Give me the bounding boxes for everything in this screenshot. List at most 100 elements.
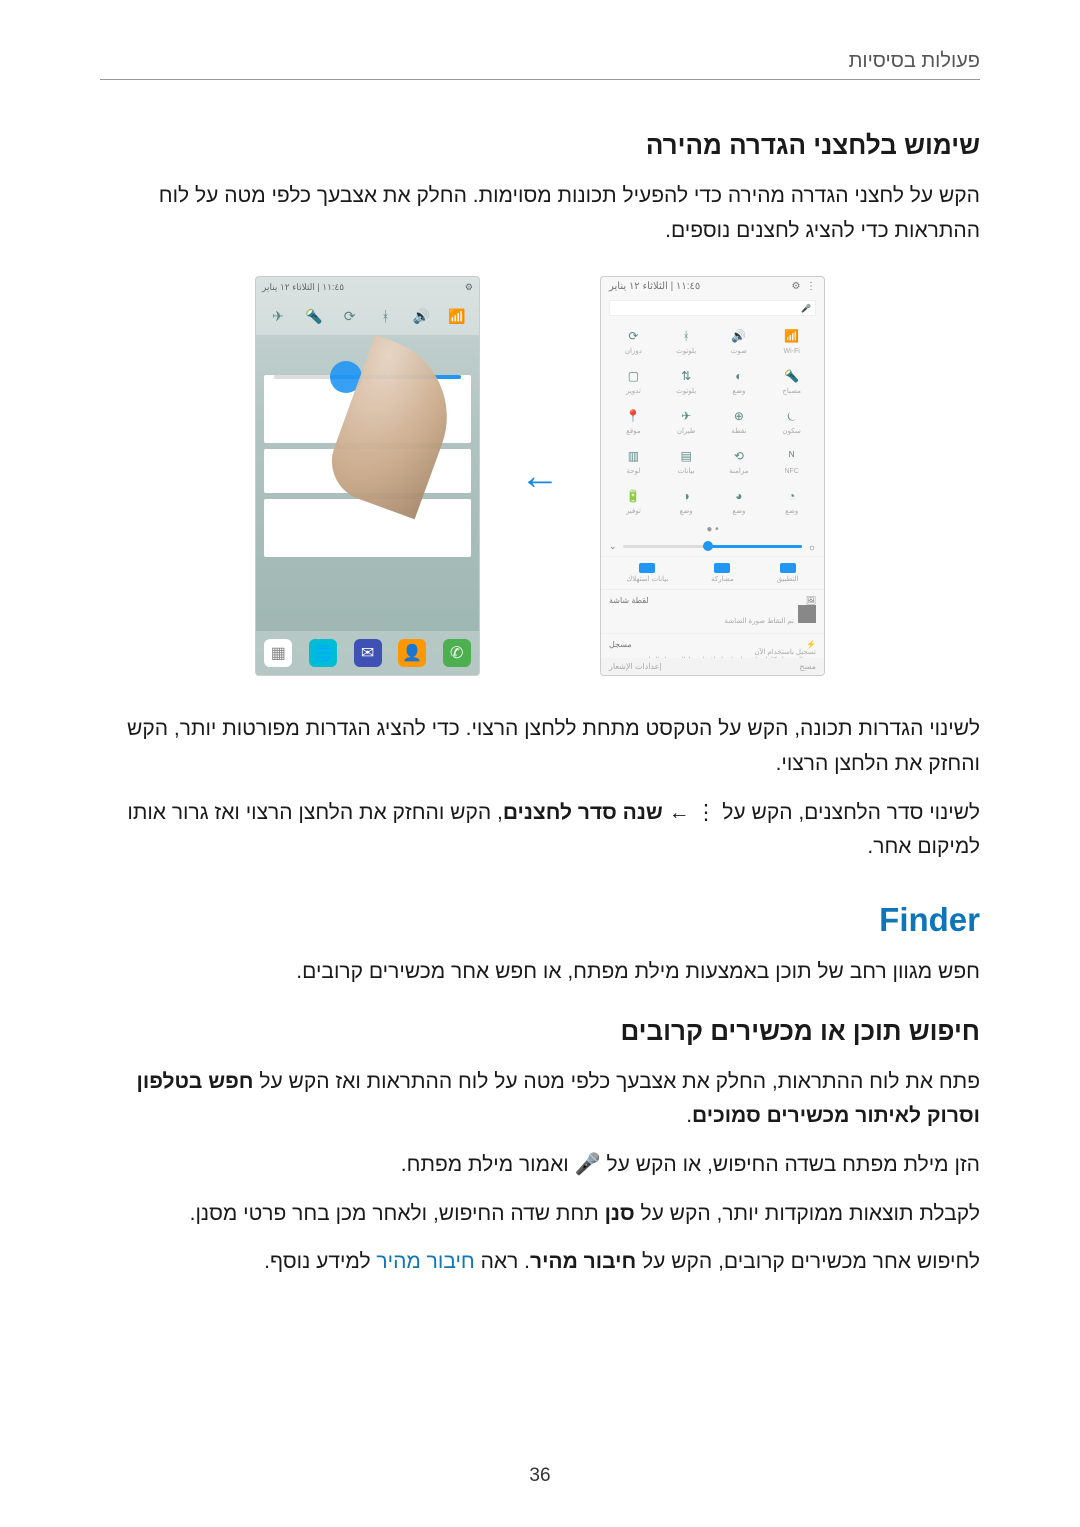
clear-label: مسح (799, 662, 816, 671)
wifi-icon: 📶 (782, 326, 802, 346)
qs-bluetooth: ᚼبلوتوث (660, 326, 713, 360)
section2-p3: לקבלת תוצאות ממוקדות יותר, הקש על סנן תח… (100, 1197, 980, 1232)
qs-20: 🔋توفير (607, 486, 660, 520)
mobile-data-icon: ▤ (676, 446, 696, 466)
dock-contacts-icon: 👤 (398, 639, 426, 667)
qs-15: ▤بيانات (660, 446, 713, 480)
quick-connect-link[interactable]: חיבור מהיר (376, 1250, 474, 1273)
section2-h3: חיפוש תוכן או מכשירים קרובים (100, 1016, 980, 1047)
panel-footer: مسح إعدادات الإشعار (601, 658, 824, 675)
flashlight-icon: 🔦 (303, 305, 325, 327)
dock-bar: ✆ 👤 ✉ 🌐 ▦ (256, 631, 479, 675)
qs-13: ᴺNFC (765, 446, 818, 480)
qs-19: ◑وضع (660, 486, 713, 520)
mode-icon: ◐ (729, 366, 749, 386)
brightness-icon: ☼ (808, 542, 816, 552)
qs-11: ✈طيران (660, 406, 713, 440)
arrow-left-icon: ← (520, 454, 560, 499)
status-time: ١١:٤٥ | الثلاثاء ١٢ يناير (262, 282, 344, 293)
phone-home-screenshot: ⚙ ١١:٤٥ | الثلاثاء ١٢ يناير 📶 🔊 ᚼ ⟳ 🔦 ✈ … (255, 276, 480, 676)
battery-icon: 🔋 (623, 486, 643, 506)
quick-settings-panel-screenshot: ⋮ ⚙ ١١:٤٥ | الثلاثاء ١٢ يناير 🎤 📶Wi-Fi 🔊… (600, 276, 825, 676)
panel-icon: ▥ (623, 446, 643, 466)
section1-p3: לשינוי סדר הלחצנים, הקש על ⋮ ← שנה סדר ל… (100, 796, 980, 865)
mic-icon: 🎤 (801, 304, 811, 313)
tile-3: بيانات استهلاك (626, 563, 668, 583)
panel-top-bar: ⋮ ⚙ ١١:٤٥ | الثلاثاء ١٢ يناير (601, 277, 824, 296)
notification-item: 🖼لقطة شاشة تم التقاط صورة الشاشة (601, 590, 824, 633)
airplane-icon: ✈ (676, 406, 696, 426)
figure-row: ⚙ ١١:٤٥ | الثلاثاء ١٢ يناير 📶 🔊 ᚼ ⟳ 🔦 ✈ … (100, 276, 980, 676)
qs-5: 🔦مصباح (765, 366, 818, 400)
sync-icon: ⟲ (729, 446, 749, 466)
section2-p4: לחיפוש אחר מכשירים קרובים, הקש על חיבור … (100, 1245, 980, 1280)
nfc-icon: ᴺ (782, 446, 802, 466)
rotate-icon: ⟳ (339, 305, 361, 327)
chevron-down-icon: ⌄ (609, 541, 617, 552)
gear-icon: ⚙ (791, 281, 800, 292)
location-icon: 📍 (623, 406, 643, 426)
section2-p2: הזן מילת מפתח בשדה החיפוש, או הקש על 🎤 ו… (100, 1148, 980, 1183)
page-dots-icon: • ● (601, 522, 824, 537)
thumbnail-icon (798, 605, 816, 623)
brightness-row: ☼ ⌄ (601, 537, 824, 556)
header-breadcrumb: פעולות בסיסיות (100, 50, 980, 73)
mode4-icon: ◑ (676, 486, 696, 506)
more-icon: ⋮ (806, 281, 816, 292)
qs-10: ⊕نقطة (713, 406, 766, 440)
qs-16: ▥لوحة (607, 446, 660, 480)
tile-1: التطبيق (777, 563, 799, 583)
section1-p2: לשינוי הגדרות תכונה, הקש על הטקסט מתחת ל… (100, 712, 980, 781)
dock-apps-icon: ▦ (264, 639, 292, 667)
data-icon: ⇅ (676, 366, 696, 386)
bolt-icon: ⚡ (806, 640, 816, 649)
sound-icon: 🔊 (729, 326, 749, 346)
qs-wifi: 📶Wi-Fi (765, 326, 818, 360)
qs-grid: 📶Wi-Fi 🔊صوت ᚼبلوتوث ⟳دوران 🔦مصباح ◐وضع ⇅… (601, 320, 824, 522)
qs-12: 📍موقع (607, 406, 660, 440)
sound-icon: 🔊 (410, 305, 432, 327)
status-bar: ⚙ ١١:٤٥ | الثلاثاء ١٢ يناير (256, 277, 479, 297)
wifi-icon: 📶 (446, 305, 468, 327)
qs-9: ⏾سكون (765, 406, 818, 440)
section2-p1: פתח את לוח ההתראות, החלק את אצבעך כלפי מ… (100, 1065, 980, 1134)
qs-8: ▢تدوير (607, 366, 660, 400)
qs-18: ◕وضع (713, 486, 766, 520)
image-icon: 🖼 (806, 596, 816, 605)
dock-browser-icon: 🌐 (309, 639, 337, 667)
tile-2: مشاركة (711, 563, 734, 583)
section2-title: Finder (100, 901, 980, 939)
notif-card-2 (264, 499, 471, 557)
qs-6: ◐وضع (713, 366, 766, 400)
panel-time: ١١:٤٥ | الثلاثاء ١٢ يناير (609, 281, 700, 292)
mode2-icon: ◔ (782, 486, 802, 506)
hotspot-icon: ⊕ (729, 406, 749, 426)
page-number: 36 (0, 1465, 1080, 1487)
bluetooth-icon: ᚼ (676, 326, 696, 346)
airplane-icon: ✈ (267, 305, 289, 327)
qs-7: ⇅بلوتوث (660, 366, 713, 400)
qs-14: ⟲مزامنة (713, 446, 766, 480)
section1-title: שימוש בלחצני הגדרה מהירה (100, 130, 980, 161)
mic-icon: 🎤 (575, 1148, 601, 1183)
qs-tiles-row: التطبيق مشاركة بيانات استهلاك (601, 556, 824, 589)
rotate-icon: ⟳ (623, 326, 643, 346)
bluetooth-icon: ᚼ (374, 305, 396, 327)
qs-sound: 🔊صوت (713, 326, 766, 360)
qs-collapsed-row: 📶 🔊 ᚼ ⟳ 🔦 ✈ (256, 297, 479, 335)
sleep-icon: ⏾ (782, 406, 802, 426)
dock-phone-icon: ✆ (443, 639, 471, 667)
qs-17: ◔وضع (765, 486, 818, 520)
flashlight-icon: 🔦 (782, 366, 802, 386)
qs-rotate: ⟳دوران (607, 326, 660, 360)
dock-messages-icon: ✉ (354, 639, 382, 667)
section2-intro: חפש מגוון רחב של תוכן באמצעות מילת מפתח,… (100, 955, 980, 990)
mode3-icon: ◕ (729, 486, 749, 506)
orientation-icon: ▢ (623, 366, 643, 386)
more-vert-icon: ⋮ (695, 796, 716, 831)
section1-p1: הקש על לחצני הגדרה מהירה כדי להפעיל תכונ… (100, 179, 980, 248)
header-rule (100, 79, 980, 80)
gear-icon: ⚙ (465, 282, 473, 293)
panel-search-bar: 🎤 (609, 300, 816, 316)
notif-settings-label: إعدادات الإشعار (609, 662, 662, 671)
